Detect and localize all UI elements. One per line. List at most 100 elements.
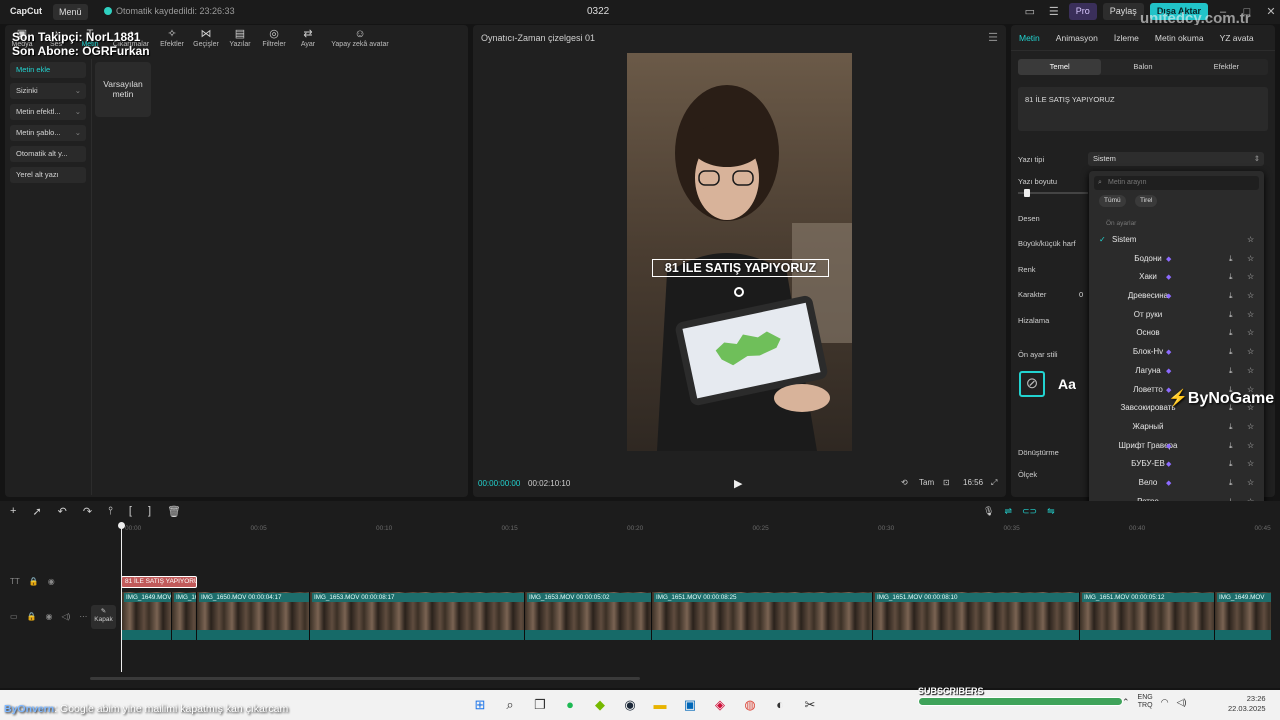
wifi-icon[interactable]: ◠ <box>1161 697 1169 708</box>
tool-ai-avatar[interactable]: ☺ Yapay zekâ avatar <box>325 27 395 55</box>
obs-icon[interactable]: ◐ <box>770 695 790 715</box>
folder-icon[interactable]: ▬ <box>650 695 670 715</box>
playhead[interactable] <box>121 525 122 672</box>
size-slider-handle[interactable] <box>1024 189 1030 197</box>
rotate-handle[interactable] <box>734 287 744 297</box>
steam-icon[interactable]: ◉ <box>620 695 640 715</box>
select-tool-icon[interactable]: ➚ <box>32 505 41 518</box>
tab-text[interactable]: Metin <box>1011 25 1048 50</box>
tab-animation[interactable]: Animasyon <box>1048 25 1106 50</box>
favorite-star-icon[interactable]: ☆ <box>1247 272 1254 281</box>
download-icon[interactable]: ⤓ <box>1229 459 1233 469</box>
font-option[interactable]: Древесина ◆ ⤓ ☆ <box>1089 287 1264 306</box>
font-option[interactable]: Блок-Hv ◆ ⤓ ☆ <box>1089 343 1264 362</box>
favorite-star-icon[interactable]: ☆ <box>1247 235 1254 244</box>
text-content-input[interactable]: 81 İLE SATIŞ YAPIYORUZ <box>1018 87 1268 131</box>
snap-icon[interactable]: ⇋ <box>1047 506 1055 517</box>
language-indicator[interactable]: ENG TRQ <box>1138 694 1153 710</box>
favorite-star-icon[interactable]: ☆ <box>1247 366 1254 375</box>
redo-icon[interactable]: ↷ <box>83 505 92 518</box>
subtab-effects[interactable]: Efektler <box>1185 59 1268 75</box>
cover-button[interactable]: ✎ Kapak <box>91 605 116 629</box>
font-option[interactable]: Хаки ◆ ⤓ ☆ <box>1089 268 1264 287</box>
favorite-star-icon[interactable]: ☆ <box>1247 310 1254 319</box>
video-clip[interactable]: IMG_16 <box>171 592 196 640</box>
task-view-icon[interactable]: ❐ <box>530 695 550 715</box>
font-option[interactable]: От руки ⤓ ☆ <box>1089 306 1264 325</box>
settings-icon[interactable]: ☰ <box>1045 5 1063 18</box>
search-icon[interactable]: ⌕ <box>500 695 520 715</box>
tab-ai-avatar[interactable]: YZ avata <box>1212 25 1262 50</box>
eye-icon[interactable]: ◉ <box>46 612 53 621</box>
chrome-icon[interactable]: ◍ <box>740 695 760 715</box>
video-clip[interactable]: IMG_1653.MOV 00:00:05:02 <box>524 592 651 640</box>
download-icon[interactable]: ⤓ <box>1229 291 1233 301</box>
chip-all[interactable]: Tümü <box>1099 195 1126 207</box>
subnav-text-effects[interactable]: Metin efektl... ⌄ <box>10 104 86 120</box>
lock-icon[interactable]: 🔒 <box>27 612 37 621</box>
trim-left-icon[interactable]: [ <box>129 505 132 518</box>
subnav-auto-captions[interactable]: Otomatik alt y... <box>10 146 86 162</box>
font-option[interactable]: Лагуна ◆ ⤓ ☆ <box>1089 362 1264 381</box>
tool-adjust[interactable]: ⇄ Ayar <box>291 27 325 55</box>
download-icon[interactable]: ⤓ <box>1229 254 1233 264</box>
delete-icon[interactable]: 🗑 <box>167 505 181 518</box>
download-icon[interactable]: ⤓ <box>1229 366 1233 376</box>
link-icon[interactable]: ⇌ <box>1004 506 1012 517</box>
nvidia-icon[interactable]: ◆ <box>590 695 610 715</box>
full-button[interactable]: Tam <box>919 478 934 487</box>
pro-button[interactable]: Pro <box>1068 3 1097 20</box>
undo-icon[interactable]: ↶ <box>58 505 67 518</box>
font-search-input[interactable]: ⌕ Metin arayın <box>1094 176 1259 190</box>
windows-start-icon[interactable]: ⊞ <box>470 695 490 715</box>
close-icon[interactable]: ✕ <box>1262 5 1280 18</box>
download-icon[interactable]: ⤓ <box>1229 272 1233 282</box>
text-clip[interactable]: 81 İLE SATIŞ YAPIYORUZ <box>121 576 197 588</box>
menu-button[interactable]: Menü <box>53 4 88 20</box>
font-option[interactable]: Шрифт Гравера ◆ ⤓ ☆ <box>1089 437 1264 456</box>
menu-icon[interactable]: ☰ <box>988 31 998 44</box>
screenshot-icon[interactable]: ⊡ <box>943 478 950 487</box>
favorite-star-icon[interactable]: ☆ <box>1247 328 1254 337</box>
microphone-icon[interactable]: 🎙 <box>983 506 994 517</box>
play-icon[interactable]: ▶ <box>734 477 742 490</box>
volume-icon[interactable]: ◁) <box>1177 697 1187 708</box>
favorite-star-icon[interactable]: ☆ <box>1247 459 1254 468</box>
tool-captions[interactable]: ▤ Yazılar <box>223 27 257 55</box>
favorite-star-icon[interactable]: ☆ <box>1247 441 1254 450</box>
layout-icon[interactable]: ▭ <box>1021 5 1039 18</box>
app-red-icon[interactable]: ◈ <box>710 695 730 715</box>
video-clip[interactable]: IMG_1649.MOV <box>121 592 171 640</box>
spotify-icon[interactable]: ● <box>560 695 580 715</box>
video-text-overlay[interactable]: 81 İLE SATIŞ YAPIYORUZ <box>652 259 829 277</box>
video-clip[interactable]: IMG_1649.MOV <box>1214 592 1271 640</box>
tab-text-to-speech[interactable]: Metin okuma <box>1147 25 1212 50</box>
ratio-button[interactable]: 16:56 <box>963 478 983 487</box>
capcut-icon[interactable]: ✂ <box>800 695 820 715</box>
font-option[interactable]: Основ ⤓ ☆ <box>1089 324 1264 343</box>
subtab-basic[interactable]: Temel <box>1018 59 1102 75</box>
download-icon[interactable]: ⤓ <box>1229 310 1233 320</box>
transform-label[interactable]: Dönüştürme <box>1018 448 1059 457</box>
split-icon[interactable]: ⫯ <box>108 505 113 518</box>
store-icon[interactable]: ▣ <box>680 695 700 715</box>
add-icon[interactable]: + <box>10 505 16 518</box>
font-option[interactable]: Вело ◆ ⤓ ☆ <box>1089 474 1264 493</box>
timeline-ruler[interactable]: 00:00 00:05 00:10 00:15 00:20 00:25 00:30 00:35… <box>121 523 1280 535</box>
fullscreen-icon[interactable]: ⤢ <box>991 478 997 488</box>
download-icon[interactable]: ⤓ <box>1229 328 1233 338</box>
magnet-icon[interactable]: ⊂⊃ <box>1022 506 1037 517</box>
tab-tracking[interactable]: İzleme <box>1106 25 1147 50</box>
video-clip[interactable]: IMG_1651.MOV 00:00:08:25 <box>651 592 872 640</box>
chevron-up-icon[interactable]: ⌃ <box>1122 697 1130 708</box>
lock-icon[interactable]: 🔒 <box>29 577 39 586</box>
subnav-yours[interactable]: Sizinki ⌄ <box>10 83 86 99</box>
character-value[interactable]: 0 <box>1079 290 1083 299</box>
video-preview[interactable]: 81 İLE SATIŞ YAPIYORUZ <box>627 53 852 451</box>
favorite-star-icon[interactable]: ☆ <box>1247 347 1254 356</box>
subnav-add-text[interactable]: Metin ekle <box>10 62 86 78</box>
download-icon[interactable]: ⤓ <box>1229 441 1233 451</box>
trim-right-icon[interactable]: ] <box>148 505 151 518</box>
share-button[interactable]: Paylaş <box>1102 3 1144 20</box>
subnav-text-templates[interactable]: Metin şablo... ⌄ <box>10 125 86 141</box>
